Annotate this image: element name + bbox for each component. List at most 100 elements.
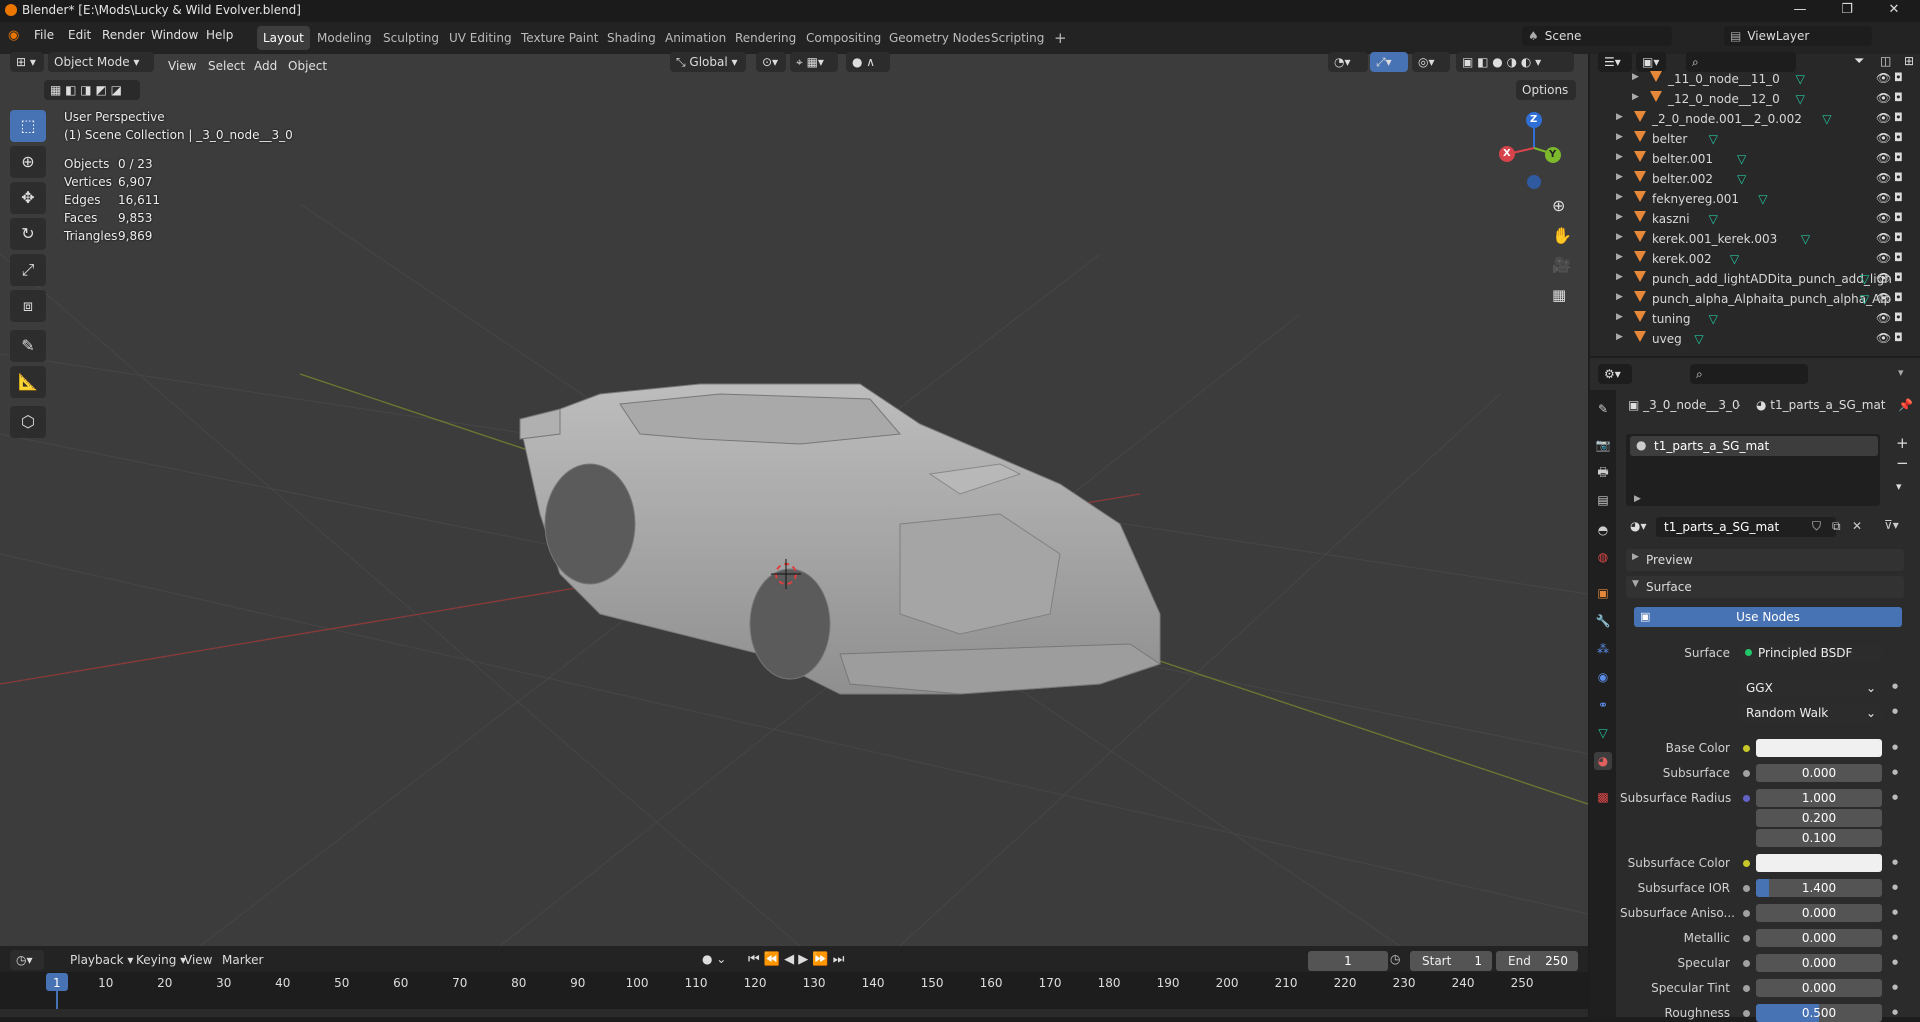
timeline-menu-view[interactable]: View bbox=[184, 953, 212, 967]
mesh-data-icon[interactable]: ▽ bbox=[1801, 232, 1810, 246]
menu-help[interactable]: Help bbox=[206, 28, 233, 42]
keyframe-dot-icon[interactable]: ● bbox=[1892, 883, 1898, 891]
eye-icon[interactable]: 👁 bbox=[1876, 91, 1891, 105]
outliner-item[interactable]: ▶ uveg ▽ 👁 ◘ bbox=[1590, 330, 1910, 350]
clock-icon[interactable]: ◷ bbox=[1390, 952, 1400, 966]
value-field[interactable]: 1.000 bbox=[1756, 789, 1882, 807]
eye-icon[interactable]: 👁 bbox=[1876, 191, 1891, 205]
add-slot-button[interactable]: + bbox=[1896, 434, 1909, 452]
mode-selector[interactable]: Object Mode ▾ bbox=[48, 52, 154, 72]
measure-tool[interactable]: 📐 bbox=[10, 366, 46, 398]
outliner-item[interactable]: ▶ belter.001 ▽ 👁 ◘ bbox=[1590, 150, 1910, 170]
input-socket-icon[interactable] bbox=[1743, 910, 1750, 917]
mesh-data-icon[interactable]: ▽ bbox=[1822, 112, 1831, 126]
outliner-item[interactable]: ▶ kerek.001_kerek.003 ▽ 👁 ◘ bbox=[1590, 230, 1910, 250]
timeline-menu-playback[interactable]: Playback ▾ bbox=[70, 953, 133, 967]
timeline-menu-keying[interactable]: Keying ▾ bbox=[136, 953, 186, 967]
expand-arrow-icon[interactable]: ▶ bbox=[1616, 112, 1623, 122]
timeline-editor-type-button[interactable]: ◷▾ bbox=[10, 950, 44, 970]
auto-keying-button[interactable]: ● ⌄ bbox=[702, 952, 726, 966]
viewport-menu-view[interactable]: View bbox=[168, 59, 196, 73]
menu-render[interactable]: Render bbox=[102, 28, 145, 42]
camera-icon[interactable]: ◘ bbox=[1894, 331, 1903, 344]
value-field[interactable]: 0.000 bbox=[1756, 904, 1882, 922]
visibility-button[interactable]: ◔▾ bbox=[1328, 52, 1368, 72]
fake-user-shield-icon[interactable]: ⛉ bbox=[1812, 519, 1821, 534]
maximize-button[interactable]: ❐ bbox=[1827, 2, 1867, 20]
value-field[interactable]: 0.000 bbox=[1756, 764, 1882, 782]
selection-mode-buttons[interactable]: ▦ ◧ ◨ ◩ ◪ bbox=[44, 80, 140, 100]
camera-icon[interactable]: ◘ bbox=[1894, 311, 1903, 324]
camera-icon[interactable]: ◘ bbox=[1894, 211, 1903, 224]
tab-layout[interactable]: Layout bbox=[257, 26, 310, 50]
outliner-item[interactable]: ▶ _11_0_node__11_0 ▽ 👁 ◘ bbox=[1590, 70, 1910, 90]
value-field[interactable]: 0.000 bbox=[1756, 929, 1882, 947]
properties-search-input[interactable]: ⌕ bbox=[1690, 364, 1808, 384]
world-tab-icon[interactable]: ◍ bbox=[1594, 548, 1612, 566]
view-layer-tab-icon[interactable]: ▤ bbox=[1594, 491, 1612, 509]
eye-icon[interactable]: 👁 bbox=[1876, 151, 1891, 165]
node-link-icon[interactable]: ⊽▾ bbox=[1884, 518, 1899, 532]
mesh-data-icon[interactable]: ▽ bbox=[1709, 212, 1718, 226]
camera-icon[interactable]: ◘ bbox=[1894, 71, 1903, 84]
input-socket-icon[interactable] bbox=[1743, 770, 1750, 777]
camera-icon[interactable]: ◘ bbox=[1894, 251, 1903, 264]
input-socket-icon[interactable] bbox=[1743, 960, 1750, 967]
expand-arrow-icon[interactable]: ▶ bbox=[1616, 192, 1623, 202]
view-layer-selector[interactable]: ▤ ViewLayer bbox=[1724, 26, 1872, 46]
constraints-tab-icon[interactable]: ⚭ bbox=[1594, 696, 1612, 714]
end-frame-field[interactable]: End 250 bbox=[1496, 951, 1578, 971]
expand-arrow-icon[interactable]: ▶ bbox=[1632, 72, 1639, 82]
new-collection-icon[interactable]: ⊞ bbox=[1904, 54, 1914, 68]
input-socket-icon[interactable] bbox=[1743, 860, 1750, 867]
tab-animation[interactable]: Animation bbox=[659, 26, 732, 50]
preview-panel-header[interactable]: ▶ Preview bbox=[1626, 549, 1904, 571]
eye-icon[interactable]: 👁 bbox=[1876, 111, 1891, 125]
duplicate-material-icon[interactable]: ⧉ bbox=[1832, 519, 1841, 534]
input-socket-icon[interactable] bbox=[1743, 745, 1750, 752]
eye-icon[interactable]: 👁 bbox=[1876, 251, 1891, 265]
scene-tab-icon[interactable]: ◓ bbox=[1594, 521, 1612, 539]
properties-editor-type-button[interactable]: ⚙▾ bbox=[1598, 364, 1632, 384]
move-tool[interactable]: ✥ bbox=[10, 182, 46, 214]
camera-icon[interactable]: ◘ bbox=[1894, 91, 1903, 104]
outliner-item[interactable]: ▶ punch_add_lightADDita_punch_add_ligh ▽ 👁 ◘ bbox=[1590, 270, 1910, 290]
blender-menu-icon[interactable]: ◉ bbox=[8, 28, 19, 43]
render-tab-icon[interactable]: 📷 bbox=[1594, 436, 1612, 454]
camera-icon[interactable]: ◘ bbox=[1894, 131, 1903, 144]
mesh-data-icon[interactable]: ▽ bbox=[1758, 192, 1767, 206]
transform-orientation-selector[interactable]: ⤡ Global ▾ bbox=[670, 52, 746, 72]
outliner-item[interactable]: ▶ belter.002 ▽ 👁 ◘ bbox=[1590, 170, 1910, 190]
gizmo-toggle-button[interactable]: ⤢▾ bbox=[1370, 52, 1408, 72]
outliner-search-input[interactable]: ⌕ bbox=[1686, 52, 1796, 72]
keyframe-dot-icon[interactable]: ● bbox=[1892, 1008, 1898, 1016]
annotate-tool[interactable]: ✎ bbox=[10, 330, 46, 362]
timeline-menu-marker[interactable]: Marker bbox=[222, 953, 263, 967]
color-swatch[interactable] bbox=[1756, 854, 1882, 872]
remove-slot-button[interactable]: − bbox=[1896, 454, 1909, 472]
outliner-item[interactable]: ▶ _12_0_node__12_0 ▽ 👁 ◘ bbox=[1590, 90, 1910, 110]
options-button[interactable]: Options bbox=[1516, 80, 1576, 100]
scene-selector[interactable]: ♠ Scene bbox=[1522, 26, 1672, 46]
editor-type-button[interactable]: ⊞ ▾ bbox=[10, 52, 44, 72]
value-field[interactable]: 0.500 bbox=[1756, 1004, 1882, 1022]
keyframe-dot-icon[interactable]: ● bbox=[1892, 793, 1898, 801]
input-socket-icon[interactable] bbox=[1743, 795, 1750, 802]
outliner-editor-type-button[interactable]: ☰▾ bbox=[1598, 52, 1632, 72]
snap-button[interactable]: ⌖ ▦▾ bbox=[790, 52, 838, 72]
expand-arrow-icon[interactable]: ▶ bbox=[1616, 292, 1623, 302]
input-socket-icon[interactable] bbox=[1743, 885, 1750, 892]
expand-arrow-icon[interactable]: ▶ bbox=[1616, 212, 1623, 222]
output-tab-icon[interactable]: 🖶 bbox=[1594, 463, 1612, 481]
camera-icon[interactable]: ◘ bbox=[1894, 151, 1903, 164]
transform-tool[interactable]: ⧈ bbox=[10, 290, 46, 322]
keyframe-dot-icon[interactable]: ● bbox=[1892, 858, 1898, 866]
add-cube-tool[interactable]: ⬡ bbox=[10, 406, 46, 438]
scale-tool[interactable]: ⤢ bbox=[10, 254, 46, 286]
surface-shader-selector[interactable]: Principled BSDF bbox=[1740, 644, 1882, 662]
eye-icon[interactable]: 👁 bbox=[1876, 271, 1891, 285]
physics-tab-icon[interactable]: ◉ bbox=[1594, 668, 1612, 686]
eye-icon[interactable]: 👁 bbox=[1876, 171, 1891, 185]
expand-arrow-icon[interactable]: ▶ bbox=[1616, 252, 1623, 262]
chevron-down-icon[interactable]: ▾ bbox=[1898, 366, 1904, 379]
